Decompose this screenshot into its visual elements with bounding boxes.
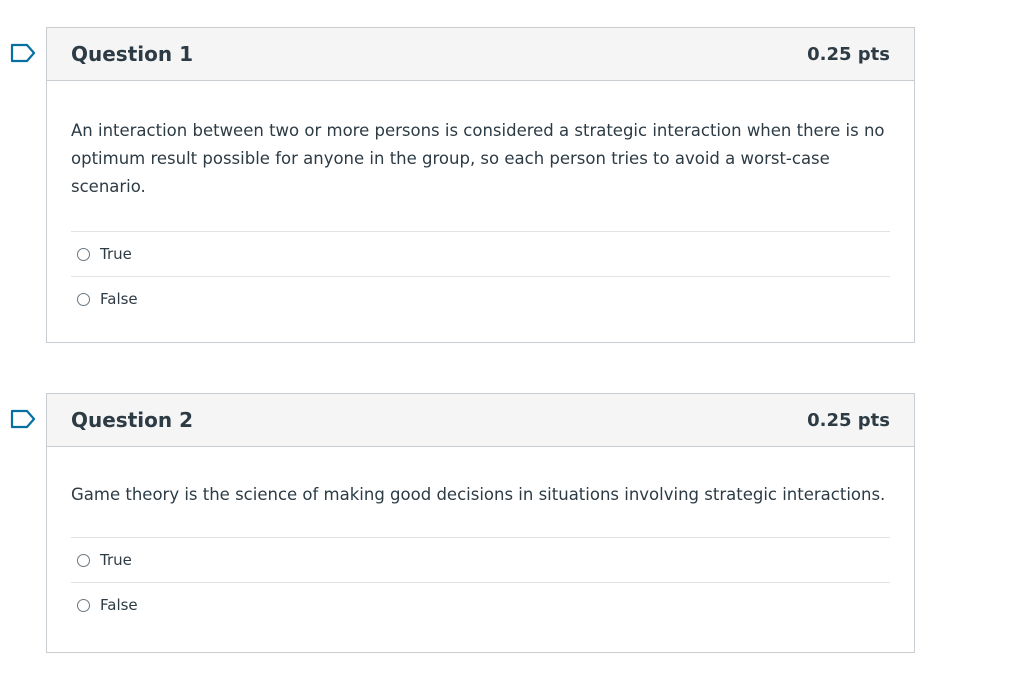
question-header: Question 1 0.25 pts xyxy=(47,28,914,81)
question-header: Question 2 0.25 pts xyxy=(47,394,914,447)
answer-list: True False xyxy=(71,231,890,321)
radio-button[interactable] xyxy=(77,292,90,306)
answer-label: True xyxy=(100,245,132,263)
radio-button[interactable] xyxy=(77,598,90,612)
answer-list: True False xyxy=(71,537,890,627)
answer-option-true[interactable]: True xyxy=(71,538,890,583)
question-points: 0.25 pts xyxy=(807,44,890,65)
answer-option-true[interactable]: True xyxy=(71,232,890,277)
question-text: An interaction between two or more perso… xyxy=(71,121,885,196)
flag-question-icon[interactable] xyxy=(10,43,36,63)
question-2: Question 2 0.25 pts Game theory is the s… xyxy=(10,393,915,653)
question-text: Game theory is the science of making goo… xyxy=(71,485,886,504)
answer-label: False xyxy=(100,596,138,614)
question-points: 0.25 pts xyxy=(807,410,890,431)
radio-button[interactable] xyxy=(77,247,90,261)
question-title: Question 1 xyxy=(71,42,193,66)
question-1: Question 1 0.25 pts An interaction betwe… xyxy=(10,27,915,343)
answer-option-false[interactable]: False xyxy=(71,583,890,627)
answer-label: True xyxy=(100,551,132,569)
flag-question-icon[interactable] xyxy=(10,409,36,429)
radio-button[interactable] xyxy=(77,553,90,567)
answer-label: False xyxy=(100,290,138,308)
answer-option-false[interactable]: False xyxy=(71,277,890,321)
question-title: Question 2 xyxy=(71,408,193,432)
